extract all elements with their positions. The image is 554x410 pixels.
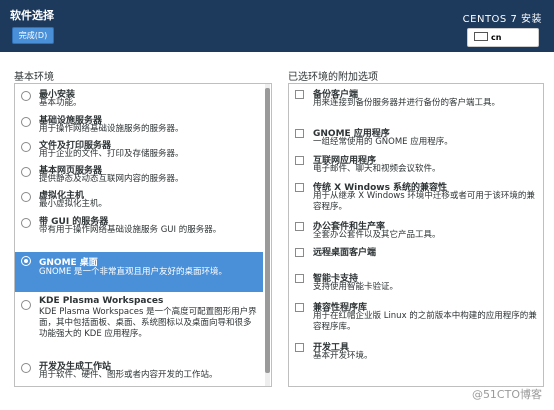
page-title: 软件选择	[10, 9, 54, 22]
checkbox[interactable]	[295, 303, 304, 312]
addon-compat-libs[interactable]: 兼容性程序库 用于在红帽企业版 Linux 的之前版本中构建的应用程序的兼容程序…	[289, 300, 539, 338]
radio-button[interactable]	[21, 91, 31, 101]
header-bar: 软件选择 完成(D) CENTOS 7 安装 cn	[0, 0, 554, 52]
env-desc: 最小虚拟化主机。	[39, 199, 108, 209]
scrollbar[interactable]	[265, 84, 270, 386]
radio-button[interactable]	[21, 142, 31, 152]
env-name: KDE Plasma Workspaces	[39, 296, 164, 306]
addon-desc: 基本开发环境。	[313, 351, 373, 361]
addon-desc: 用来连接到备份服务器并进行备份的客户端工具。	[313, 98, 501, 108]
env-desc: 带有用于操作网络基础设施服务 GUI 的服务器。	[39, 225, 222, 235]
addon-legacy-x[interactable]: 传统 X Windows 系统的兼容性 用于从继承 X Windows 环境中迁…	[289, 180, 539, 218]
env-option-virtualization[interactable]: 虚拟化主机 最小虚拟化主机。	[15, 188, 263, 214]
env-desc: 提供静态及动态互联网内容的服务器。	[39, 174, 184, 184]
product-title: CENTOS 7 安装	[462, 14, 542, 25]
done-button[interactable]: 完成(D)	[12, 27, 54, 44]
keyboard-icon	[474, 32, 488, 41]
checkbox[interactable]	[295, 222, 304, 231]
addon-desc: 用于从继承 X Windows 环境中迁移或者可用于该环境的兼容程序。	[313, 191, 535, 212]
env-desc: KDE Plasma Workspaces 是一个高度可配置图形用户界面，其中包…	[39, 307, 257, 339]
addon-smart-card[interactable]: 智能卡支持 支持使用智能卡验证。	[289, 271, 539, 297]
env-option-web-server[interactable]: 基本网页服务器 提供静态及动态互联网内容的服务器。	[15, 163, 263, 189]
checkbox[interactable]	[295, 156, 304, 165]
watermark: @51CTO博客	[471, 388, 542, 401]
env-option-dev-workstation[interactable]: 开发及生成工作站 用于软件、硬件、图形或者内容开发的工作站。	[15, 359, 263, 385]
addon-remote-desktop[interactable]: 远程桌面客户端	[289, 245, 539, 263]
env-option-gnome-desktop[interactable]: GNOME 桌面 GNOME 是一个非常直观且用户友好的桌面环境。	[15, 252, 263, 292]
addon-internet-apps[interactable]: 互联网应用程序 电子邮件、聊天和视频会议软件。	[289, 153, 539, 179]
addon-desc: 用于在红帽企业版 Linux 的之前版本中构建的应用程序的兼容程序库。	[313, 311, 537, 332]
checkbox[interactable]	[295, 274, 304, 283]
radio-button[interactable]	[21, 192, 31, 202]
addon-desc: 一组经常使用的 GNOME 应用程序。	[313, 137, 453, 147]
checkbox[interactable]	[295, 90, 304, 99]
radio-button[interactable]	[21, 117, 31, 127]
addon-gnome-apps[interactable]: GNOME 应用程序 一组经常使用的 GNOME 应用程序。	[289, 126, 539, 152]
checkbox[interactable]	[295, 129, 304, 138]
radio-button[interactable]	[21, 363, 31, 373]
addon-office-suite[interactable]: 办公套件和生产率 全套办公套件以及其它产品工具。	[289, 219, 539, 245]
checkbox[interactable]	[295, 183, 304, 192]
checkbox[interactable]	[295, 248, 304, 257]
env-desc: GNOME 是一个非常直观且用户友好的桌面环境。	[39, 267, 228, 277]
addons-list: 备份客户端 用来连接到备份服务器并进行备份的客户端工具。 GNOME 应用程序 …	[288, 83, 544, 387]
addons-title: 已选环境的附加选项	[288, 72, 378, 83]
radio-button[interactable]	[21, 167, 31, 177]
env-option-file-print[interactable]: 文件及打印服务器 用于企业的文件、打印及存储服务器。	[15, 138, 263, 164]
radio-button[interactable]	[21, 218, 31, 228]
scrollbar-thumb[interactable]	[265, 88, 270, 373]
base-environment-list: 最小安装 基本功能。 基础设施服务器 用于操作网络基础设施服务的服务器。 文件及…	[14, 83, 272, 387]
env-option-minimal[interactable]: 最小安装 基本功能。	[15, 87, 263, 113]
addon-backup-client[interactable]: 备份客户端 用来连接到备份服务器并进行备份的客户端工具。	[289, 87, 539, 113]
addon-dev-tools[interactable]: 开发工具 基本开发环境。	[289, 340, 539, 366]
env-option-infrastructure[interactable]: 基础设施服务器 用于操作网络基础设施服务的服务器。	[15, 113, 263, 139]
radio-button[interactable]	[21, 300, 31, 310]
addon-desc: 支持使用智能卡验证。	[313, 282, 399, 292]
addon-desc: 电子邮件、聊天和视频会议软件。	[313, 164, 441, 174]
env-desc: 用于软件、硬件、图形或者内容开发的工作站。	[39, 370, 218, 380]
env-option-kde-plasma[interactable]: KDE Plasma Workspaces KDE Plasma Workspa…	[15, 296, 263, 344]
checkbox[interactable]	[295, 343, 304, 352]
env-desc: 用于操作网络基础设施服务的服务器。	[39, 124, 184, 134]
addon-desc: 全套办公套件以及其它产品工具。	[313, 230, 441, 240]
addon-name: 远程桌面客户端	[313, 248, 377, 258]
env-desc: 基本功能。	[39, 98, 82, 108]
base-environment-title: 基本环境	[14, 72, 54, 83]
radio-button[interactable]	[21, 256, 31, 266]
env-option-server-gui[interactable]: 带 GUI 的服务器 带有用于操作网络基础设施服务 GUI 的服务器。	[15, 214, 263, 240]
keyboard-layout-label: cn	[491, 33, 502, 42]
keyboard-layout-indicator[interactable]: cn	[467, 28, 539, 47]
env-desc: 用于企业的文件、打印及存储服务器。	[39, 149, 184, 159]
